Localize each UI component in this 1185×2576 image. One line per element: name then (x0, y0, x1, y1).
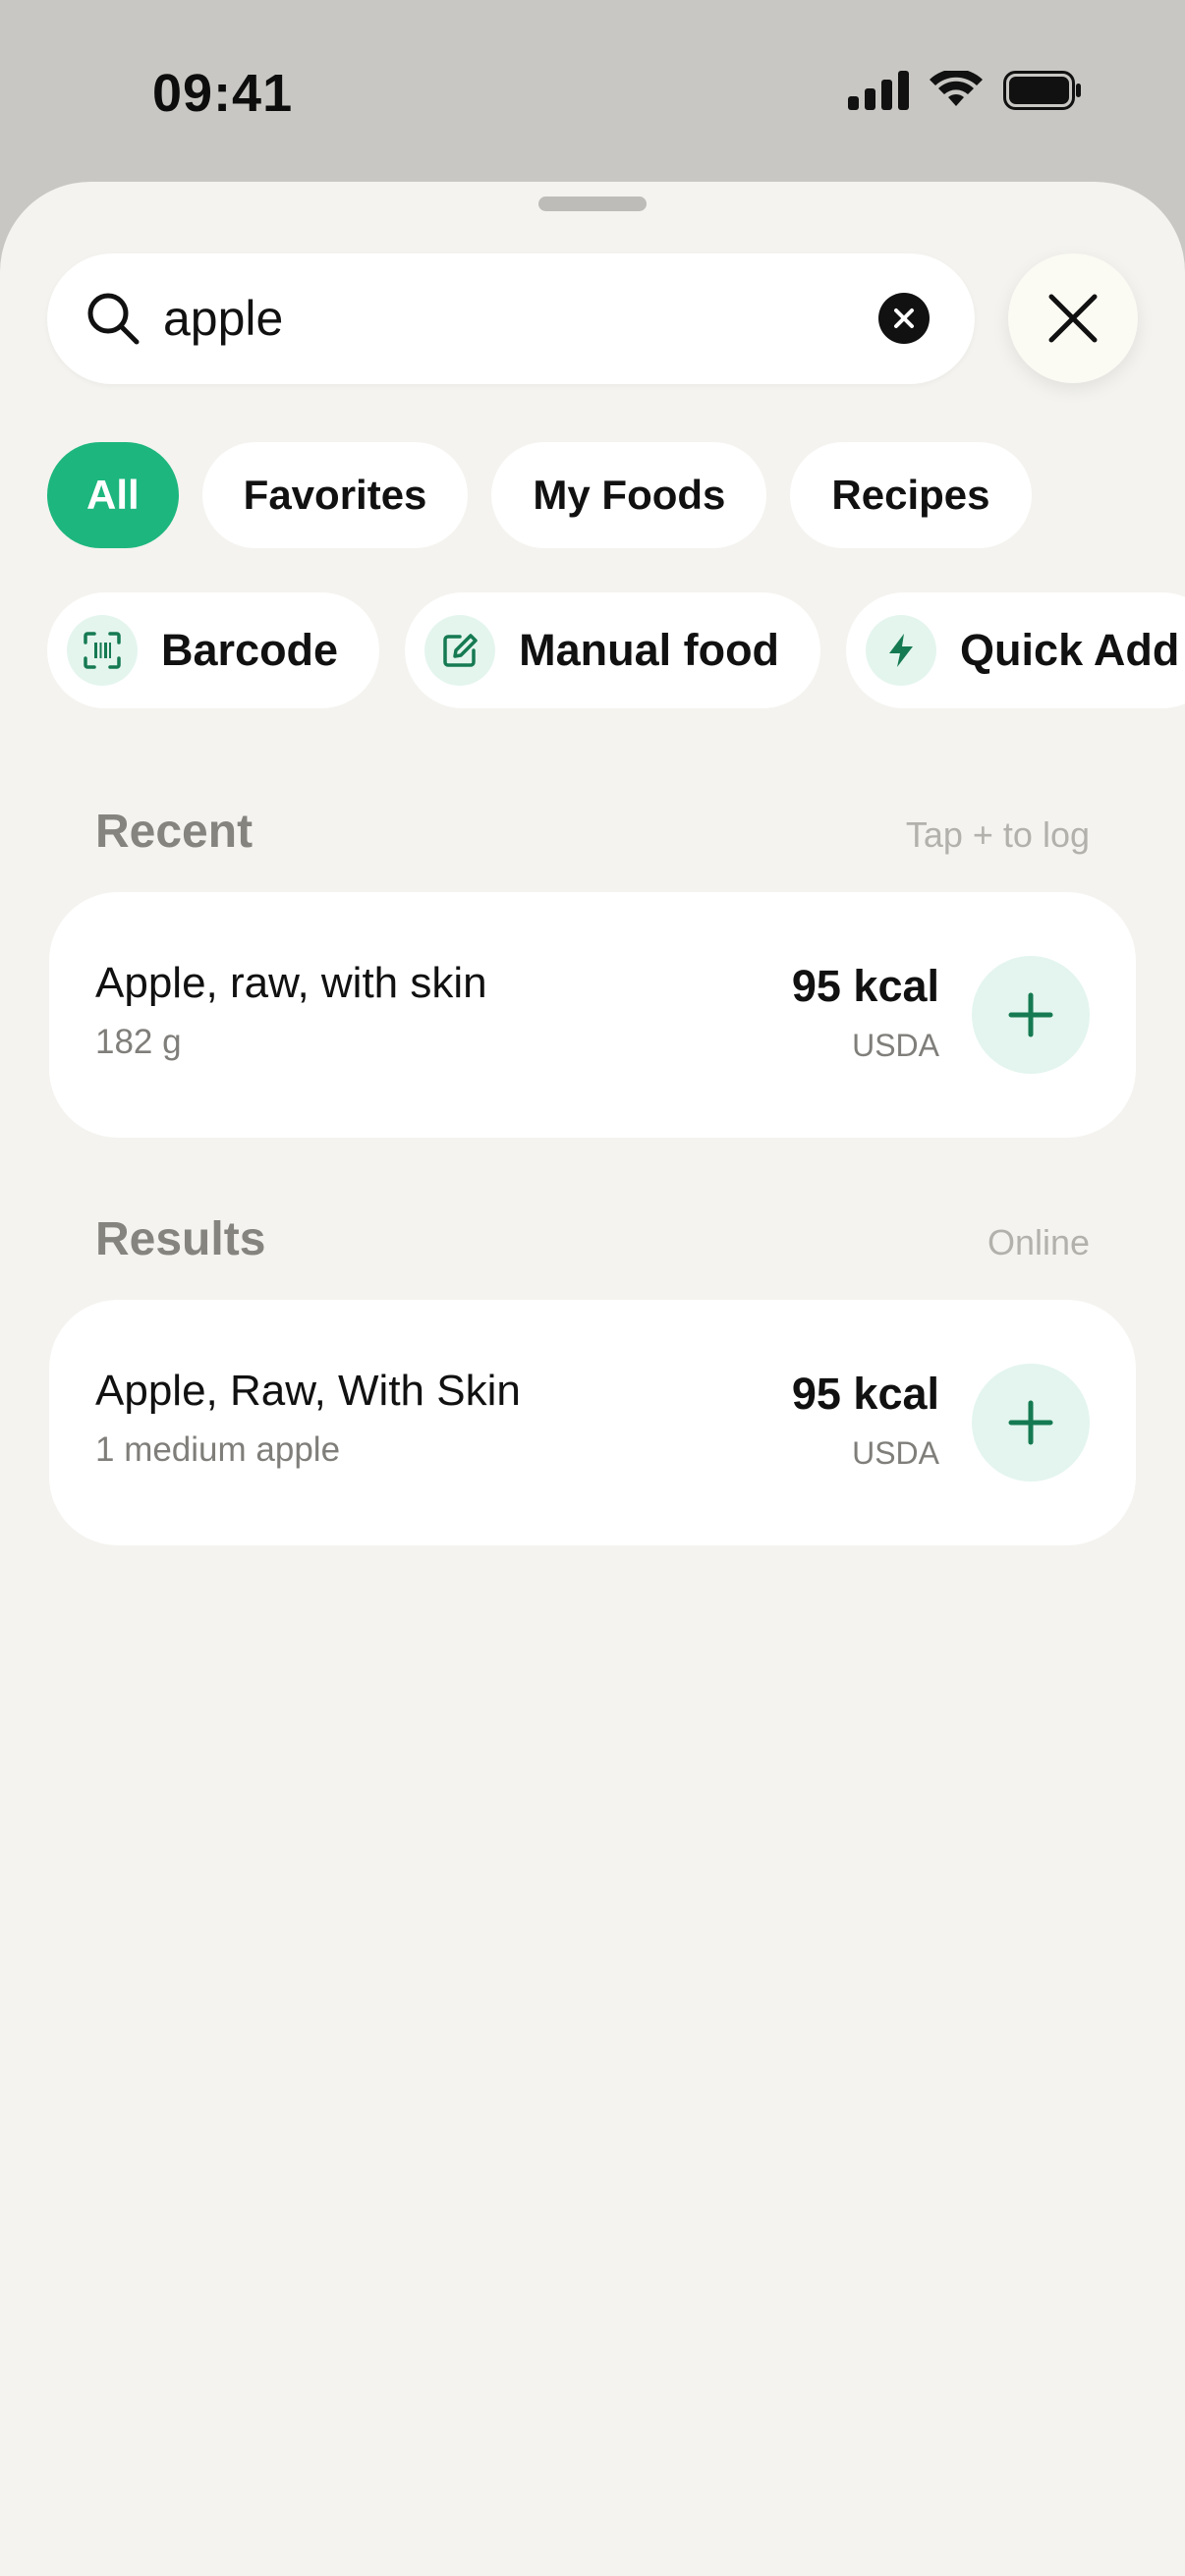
search-input[interactable]: apple (163, 287, 283, 350)
barcode-label: Barcode (161, 625, 339, 675)
results-title: Results (95, 1213, 266, 1265)
food-source: USDA (852, 1435, 939, 1471)
food-serving: 182 g (95, 1023, 182, 1061)
clear-icon (894, 308, 914, 328)
status-icons (848, 69, 1082, 115)
tab-favorites[interactable]: Favorites (201, 442, 469, 548)
bottom-sheet: apple All Favorites My Foods Recipes Bar… (0, 182, 1185, 2576)
barcode-scan-icon (67, 615, 138, 686)
tab-all[interactable]: All (47, 442, 179, 548)
add-food-button[interactable] (972, 1364, 1090, 1482)
quick-actions: Barcode Manual food Quick Add (47, 592, 1185, 708)
food-kcal: 95 kcal (791, 961, 939, 1011)
status-time: 09:41 (152, 64, 294, 123)
recent-food-card[interactable]: Apple, raw, with skin 182 g 95 kcal USDA (49, 892, 1136, 1138)
quick-add-button[interactable]: Quick Add (846, 592, 1185, 708)
battery-icon (1003, 71, 1082, 115)
search-bar[interactable]: apple (47, 253, 975, 384)
manual-food-label: Manual food (519, 625, 780, 675)
add-food-button[interactable] (972, 956, 1090, 1074)
wifi-icon (929, 69, 984, 115)
filter-tabs: All Favorites My Foods Recipes (47, 442, 1032, 548)
close-icon (1048, 294, 1098, 343)
tab-recipes[interactable]: Recipes (790, 442, 1032, 548)
cellular-signal-icon (848, 71, 909, 115)
plus-icon (1008, 1400, 1053, 1445)
edit-icon (424, 615, 496, 686)
quick-add-label: Quick Add (960, 625, 1180, 675)
close-button[interactable] (1008, 253, 1138, 383)
recent-hint: Tap + to log (905, 814, 1090, 855)
sheet-grabber[interactable] (538, 196, 647, 211)
recent-title: Recent (95, 806, 254, 858)
recent-section-header: Recent Tap + to log (95, 805, 1090, 864)
food-name: Apple, raw, with skin (95, 959, 487, 1007)
food-kcal: 95 kcal (791, 1369, 939, 1419)
status-bar: 09:41 (0, 0, 1185, 187)
tab-my-foods[interactable]: My Foods (491, 442, 767, 548)
results-hint: Online (987, 1222, 1090, 1262)
barcode-button[interactable]: Barcode (47, 592, 380, 708)
manual-food-button[interactable]: Manual food (405, 592, 821, 708)
result-food-card[interactable]: Apple, Raw, With Skin 1 medium apple 95 … (49, 1300, 1136, 1545)
search-icon (85, 290, 141, 347)
food-serving: 1 medium apple (95, 1430, 341, 1469)
food-source: USDA (852, 1028, 939, 1063)
food-name: Apple, Raw, With Skin (95, 1367, 521, 1415)
clear-search-button[interactable] (878, 293, 930, 344)
lightning-icon (866, 615, 937, 686)
results-section-header: Results Online (95, 1212, 1090, 1271)
plus-icon (1008, 992, 1053, 1037)
